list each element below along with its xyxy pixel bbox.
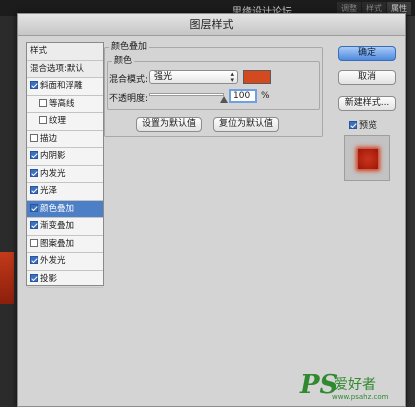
style-item-label: 光泽 [40, 186, 58, 196]
preview-checkbox-row[interactable]: 预览 [349, 118, 377, 131]
style-checkbox[interactable] [30, 81, 38, 89]
opacity-unit: % [261, 91, 270, 101]
style-item-12[interactable]: 外发光 [27, 253, 103, 271]
opacity-slider-track[interactable] [149, 93, 224, 96]
opacity-input[interactable]: 100 [229, 89, 257, 103]
preview-label: 预览 [359, 121, 378, 131]
set-default-button[interactable]: 设置为默认值 [136, 117, 202, 132]
logo-name: 爱好者 [334, 377, 376, 393]
style-item-label: 样式 [30, 46, 48, 56]
style-item-8[interactable]: 光泽 [27, 183, 103, 201]
layer-style-dialog: 图层样式 样式 混合选项:默认 斜面和浮雕 等高线 纹理 描边 内阴影 内发光 光泽 颜色叠加 渐变… [17, 13, 406, 407]
dialog-title: 图层样式 [18, 14, 405, 36]
logo-url: www.psahz.com [332, 393, 389, 401]
style-item-label: 混合选项:默认 [30, 63, 84, 74]
style-item-label: 投影 [40, 273, 58, 284]
style-checkbox[interactable] [30, 203, 38, 212]
ok-button[interactable]: 确定 [338, 46, 396, 61]
style-checkbox[interactable] [39, 116, 47, 124]
style-item-2[interactable]: 斜面和浮雕 [27, 78, 103, 96]
style-item-5[interactable]: 描边 [27, 131, 103, 148]
style-item-label: 内发光 [40, 168, 66, 179]
style-checkbox[interactable] [30, 256, 38, 264]
style-item-6[interactable]: 内阴影 [27, 148, 103, 166]
style-checkbox[interactable] [30, 186, 38, 194]
canvas-artwork [0, 252, 14, 304]
opacity-slider-thumb[interactable] [220, 96, 228, 103]
style-item-1[interactable]: 混合选项:默认 [27, 60, 103, 78]
style-item-label: 等高线 [49, 98, 75, 109]
opacity-label: 不透明度: [109, 94, 149, 104]
style-checkbox[interactable] [30, 221, 38, 229]
style-item-label: 描边 [40, 133, 58, 144]
style-item-9[interactable]: 颜色叠加 [27, 200, 103, 218]
color-subgroup-title: 颜色 [112, 56, 135, 66]
style-checkbox[interactable] [30, 168, 38, 177]
styles-list: 样式混合选项:默认斜面和浮雕等高线纹理描边内阴影内发光光泽颜色叠加渐变叠加图案叠… [26, 42, 104, 288]
app-side-panel [407, 16, 415, 407]
blend-mode-label: 混合模式: [109, 75, 149, 85]
style-checkbox[interactable] [30, 133, 38, 142]
style-item-11[interactable]: 图案叠加 [27, 236, 103, 253]
style-item-3[interactable]: 等高线 [27, 96, 103, 113]
style-item-label: 颜色叠加 [40, 203, 75, 214]
style-item-label: 斜面和浮雕 [40, 81, 83, 91]
style-item-7[interactable]: 内发光 [27, 166, 103, 183]
blend-mode-value: 强光 [154, 72, 173, 82]
cancel-button[interactable]: 取消 [338, 70, 396, 85]
style-item-4[interactable]: 纹理 [27, 113, 103, 131]
style-checkbox[interactable] [30, 238, 38, 247]
reset-default-button[interactable]: 复位为默认值 [213, 117, 279, 132]
style-checkbox[interactable] [39, 98, 47, 107]
select-arrows-icon: ▴ ▾ [230, 70, 234, 84]
style-item-label: 纹理 [49, 116, 67, 126]
style-item-label: 图案叠加 [40, 238, 75, 249]
blend-mode-select[interactable]: 强光 ▴ ▾ [149, 70, 238, 84]
style-item-0[interactable]: 样式 [27, 43, 103, 61]
color-overlay-title: 颜色叠加 [109, 42, 150, 52]
style-item-label: 内阴影 [40, 151, 66, 161]
style-preview [344, 135, 390, 181]
new-style-button[interactable]: 新建样式... [338, 96, 396, 111]
style-checkbox[interactable] [30, 151, 38, 159]
style-preview-swatch [358, 149, 378, 169]
overlay-color-swatch[interactable] [243, 70, 271, 84]
style-item-10[interactable]: 渐变叠加 [27, 218, 103, 236]
style-item-13[interactable]: 投影 [27, 271, 103, 288]
style-item-label: 外发光 [40, 256, 66, 266]
preview-checkbox[interactable] [349, 121, 357, 129]
site-logo: PS 爱好者 www.psahz.com [300, 370, 410, 404]
style-checkbox[interactable] [30, 273, 38, 282]
style-item-label: 渐变叠加 [40, 221, 75, 231]
